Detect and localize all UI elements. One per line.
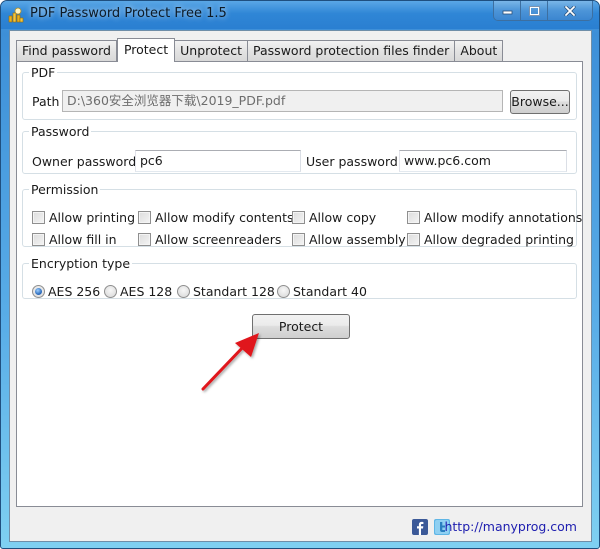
maximize-icon [528, 5, 540, 16]
allow-printing-checkbox[interactable]: Allow printing [32, 210, 135, 225]
website-link[interactable]: http://manyprog.com [444, 519, 577, 534]
allow-assembly-checkbox[interactable]: Allow assembly [292, 232, 406, 247]
allow-modify-annotations-checkbox[interactable]: Allow modify annotations [407, 210, 582, 225]
client-area: Find password Protect Unprotect Password… [9, 30, 592, 542]
tab-unprotect[interactable]: Unprotect [175, 40, 249, 61]
checkbox-box[interactable] [138, 233, 151, 246]
aes-128-radio[interactable]: AES 128 [104, 284, 172, 299]
radio-label: Standart 40 [293, 284, 367, 299]
checkbox-box[interactable] [407, 211, 420, 224]
tab-find-password[interactable]: Find password [16, 40, 117, 61]
radio-dot[interactable] [177, 285, 190, 298]
maximize-button[interactable] [521, 1, 548, 20]
radio-dot[interactable] [104, 285, 117, 298]
pdf-group-legend: PDF [31, 65, 56, 80]
radio-dot[interactable] [32, 285, 45, 298]
allow-copy-checkbox[interactable]: Allow copy [292, 210, 376, 225]
close-button[interactable] [548, 1, 592, 20]
checkbox-box[interactable] [292, 211, 305, 224]
minimize-button[interactable] [494, 1, 521, 20]
encryption-group-legend: Encryption type [31, 256, 131, 271]
checkbox-label: Allow fill in [49, 232, 117, 247]
checkbox-label: Allow assembly [309, 232, 406, 247]
protect-button[interactable]: Protect [252, 314, 350, 339]
aes-256-radio[interactable]: AES 256 [32, 284, 100, 299]
tab-about[interactable]: About [455, 40, 504, 61]
tab-password-protection-files-finder[interactable]: Password protection files finder [248, 40, 456, 61]
path-input[interactable]: D:\360安全浏览器下载\2019_PDF.pdf [62, 90, 503, 112]
checkbox-box[interactable] [292, 233, 305, 246]
owner-password-label: Owner password [32, 154, 137, 169]
app-window: PDF Password Protect Free 1.5 Find passw… [0, 0, 600, 549]
user-password-label: User password [306, 154, 398, 169]
checkbox-label: Allow copy [309, 210, 377, 225]
app-icon [8, 7, 24, 23]
allow-fill-in-checkbox[interactable]: Allow fill in [32, 232, 117, 247]
checkbox-box[interactable] [32, 211, 45, 224]
path-label: Path [32, 94, 60, 109]
checkbox-label: Allow modify annotations [424, 210, 583, 225]
facebook-icon[interactable] [412, 519, 428, 535]
allow-degraded-printing-checkbox[interactable]: Allow degraded printing [407, 232, 574, 247]
checkbox-label: Allow degraded printing [424, 232, 574, 247]
browse-button[interactable]: Browse... [510, 90, 570, 114]
checkbox-box[interactable] [138, 211, 151, 224]
checkbox-label: Allow printing [49, 210, 136, 225]
allow-screenreaders-checkbox[interactable]: Allow screenreaders [138, 232, 281, 247]
standart-128-radio[interactable]: Standart 128 [177, 284, 275, 299]
tab-strip: Find password Protect Unprotect Password… [16, 38, 504, 62]
caption-buttons [493, 1, 593, 21]
radio-label: AES 256 [48, 284, 101, 299]
tab-protect[interactable]: Protect [116, 38, 176, 62]
title-bar[interactable]: PDF Password Protect Free 1.5 [1, 1, 599, 29]
window-title: PDF Password Protect Free 1.5 [30, 6, 227, 21]
checkbox-box[interactable] [407, 233, 420, 246]
minimize-icon [502, 10, 512, 14]
radio-label: Standart 128 [193, 284, 275, 299]
owner-password-input[interactable]: pc6 [135, 150, 301, 172]
allow-modify-contents-checkbox[interactable]: Allow modify contents [138, 210, 294, 225]
checkbox-box[interactable] [32, 233, 45, 246]
password-group-legend: Password [31, 124, 90, 139]
radio-label: AES 128 [120, 284, 173, 299]
radio-dot[interactable] [277, 285, 290, 298]
close-icon [564, 5, 576, 16]
standart-40-radio[interactable]: Standart 40 [277, 284, 367, 299]
permission-group-legend: Permission [31, 182, 99, 197]
checkbox-label: Allow modify contents [155, 210, 294, 225]
user-password-input[interactable]: www.pc6.com [399, 150, 567, 172]
protect-tab-panel: PDF Path D:\360安全浏览器下载\2019_PDF.pdf Brow… [16, 61, 583, 507]
checkbox-label: Allow screenreaders [155, 232, 282, 247]
